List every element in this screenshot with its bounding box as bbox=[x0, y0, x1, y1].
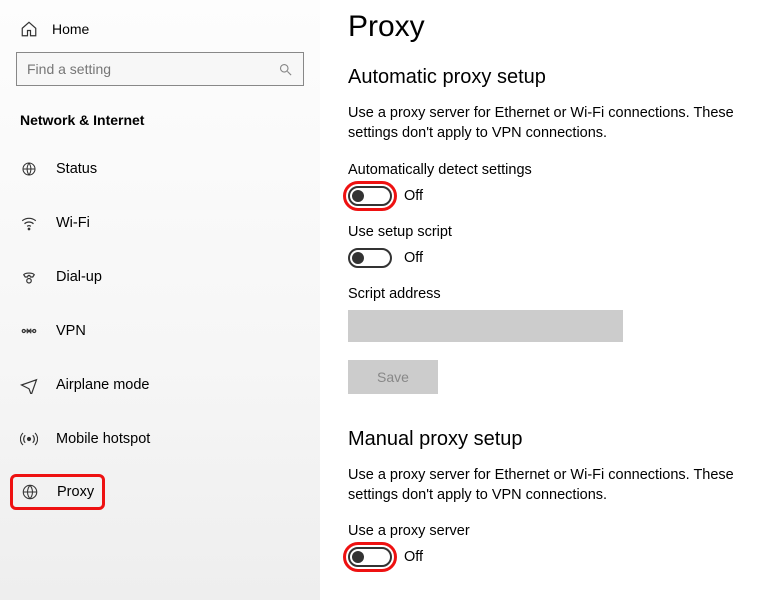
manual-desc: Use a proxy server for Ethernet or Wi-Fi… bbox=[348, 465, 758, 506]
sidebar-item-wifi[interactable]: Wi-Fi bbox=[16, 204, 304, 242]
use-proxy-label: Use a proxy server bbox=[348, 523, 768, 539]
home-link[interactable]: Home bbox=[16, 14, 304, 52]
sidebar: Home Network & Internet Status Wi-Fi Dia… bbox=[0, 0, 320, 600]
main-content: Proxy Automatic proxy setup Use a proxy … bbox=[320, 0, 784, 600]
sidebar-item-hotspot[interactable]: Mobile hotspot bbox=[16, 420, 304, 458]
use-proxy-toggle[interactable] bbox=[348, 547, 392, 567]
detect-toggle[interactable] bbox=[348, 186, 392, 206]
status-icon bbox=[20, 160, 38, 178]
sidebar-item-label: VPN bbox=[56, 323, 86, 339]
script-address-input[interactable] bbox=[348, 310, 623, 342]
hotspot-icon bbox=[20, 430, 38, 448]
detect-label: Automatically detect settings bbox=[348, 162, 768, 178]
script-state: Off bbox=[404, 250, 423, 266]
dialup-icon bbox=[20, 268, 38, 286]
sidebar-item-label: Mobile hotspot bbox=[56, 431, 150, 447]
page-title: Proxy bbox=[348, 10, 768, 44]
sidebar-item-label: Airplane mode bbox=[56, 377, 150, 393]
script-toggle[interactable] bbox=[348, 248, 392, 268]
sidebar-item-label: Wi-Fi bbox=[56, 215, 90, 231]
auto-desc: Use a proxy server for Ethernet or Wi-Fi… bbox=[348, 103, 758, 144]
use-proxy-state: Off bbox=[404, 549, 423, 565]
home-icon bbox=[20, 20, 38, 38]
airplane-icon bbox=[20, 376, 38, 394]
proxy-icon bbox=[21, 483, 39, 501]
home-label: Home bbox=[52, 21, 89, 37]
search-icon bbox=[278, 62, 293, 77]
search-input[interactable] bbox=[27, 61, 278, 77]
sidebar-item-label: Proxy bbox=[57, 484, 94, 500]
search-box[interactable] bbox=[16, 52, 304, 86]
manual-heading: Manual proxy setup bbox=[348, 428, 768, 451]
sidebar-item-dialup[interactable]: Dial-up bbox=[16, 258, 304, 296]
vpn-icon bbox=[20, 322, 38, 340]
sidebar-item-proxy[interactable]: Proxy bbox=[10, 474, 105, 510]
sidebar-item-airplane[interactable]: Airplane mode bbox=[16, 366, 304, 404]
wifi-icon bbox=[20, 214, 38, 232]
sidebar-item-label: Dial-up bbox=[56, 269, 102, 285]
detect-state: Off bbox=[404, 188, 423, 204]
sidebar-item-status[interactable]: Status bbox=[16, 150, 304, 188]
addr-label: Script address bbox=[348, 286, 768, 302]
save-button[interactable]: Save bbox=[348, 360, 438, 394]
sidebar-item-vpn[interactable]: VPN bbox=[16, 312, 304, 350]
category-heading: Network & Internet bbox=[16, 112, 304, 128]
sidebar-item-label: Status bbox=[56, 161, 97, 177]
auto-heading: Automatic proxy setup bbox=[348, 66, 768, 89]
script-label: Use setup script bbox=[348, 224, 768, 240]
